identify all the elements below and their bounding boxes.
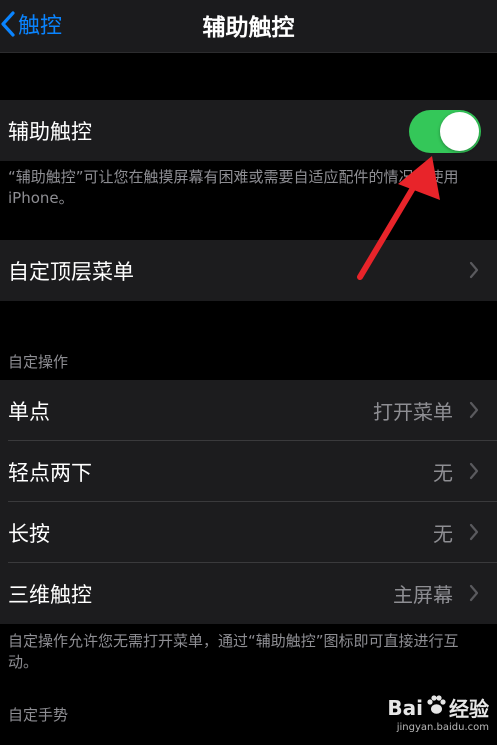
chevron-right-icon xyxy=(469,261,479,283)
watermark-url: jingyan.baidu.com xyxy=(396,722,489,733)
action-row-long-press[interactable]: 长按 无 xyxy=(0,502,497,563)
action-value: 无 xyxy=(433,461,453,485)
custom-actions-description: 自定操作允许您无需打开菜单，通过“辅助触控”图标即可直接进行互动。 xyxy=(8,632,459,671)
page-title: 辅助触控 xyxy=(202,15,295,41)
paw-icon xyxy=(425,694,447,721)
watermark-brand-right: 经验 xyxy=(449,697,489,721)
custom-actions-header: 自定操作 xyxy=(8,353,69,371)
navigation-bar: 触控 辅助触控 xyxy=(0,0,497,53)
action-label: 长按 xyxy=(8,521,50,546)
action-row-3d-touch[interactable]: 三维触控 主屏幕 xyxy=(0,563,497,624)
action-row-double-tap[interactable]: 轻点两下 无 xyxy=(0,441,497,502)
chevron-right-icon xyxy=(469,523,479,545)
action-label: 三维触控 xyxy=(8,582,92,607)
assistive-touch-label: 辅助触控 xyxy=(8,119,92,144)
chevron-right-icon xyxy=(469,584,479,606)
assistive-touch-toggle[interactable] xyxy=(409,110,481,153)
action-row-single-tap[interactable]: 单点 打开菜单 xyxy=(0,380,497,441)
toggle-knob xyxy=(440,112,479,151)
action-label: 轻点两下 xyxy=(8,460,92,485)
action-value: 主屏幕 xyxy=(393,583,453,607)
customize-top-menu-row[interactable]: 自定顶层菜单 xyxy=(0,240,497,301)
baidu-jingyan-watermark: Bai 经验 jingyan.baidu.com xyxy=(387,693,489,733)
chevron-right-icon xyxy=(469,462,479,484)
assistive-touch-description: “辅助触控”可让您在触摸屏幕有困难或需要自适应配件的情况下使用iPhone。 xyxy=(8,168,459,207)
action-value: 无 xyxy=(433,522,453,546)
chevron-right-icon xyxy=(469,401,479,423)
custom-gestures-header: 自定手势 xyxy=(8,706,69,724)
action-value: 打开菜单 xyxy=(373,400,453,424)
customize-top-menu-label: 自定顶层菜单 xyxy=(8,259,134,284)
action-label: 单点 xyxy=(8,399,50,424)
watermark-brand-left: Bai xyxy=(387,695,423,720)
